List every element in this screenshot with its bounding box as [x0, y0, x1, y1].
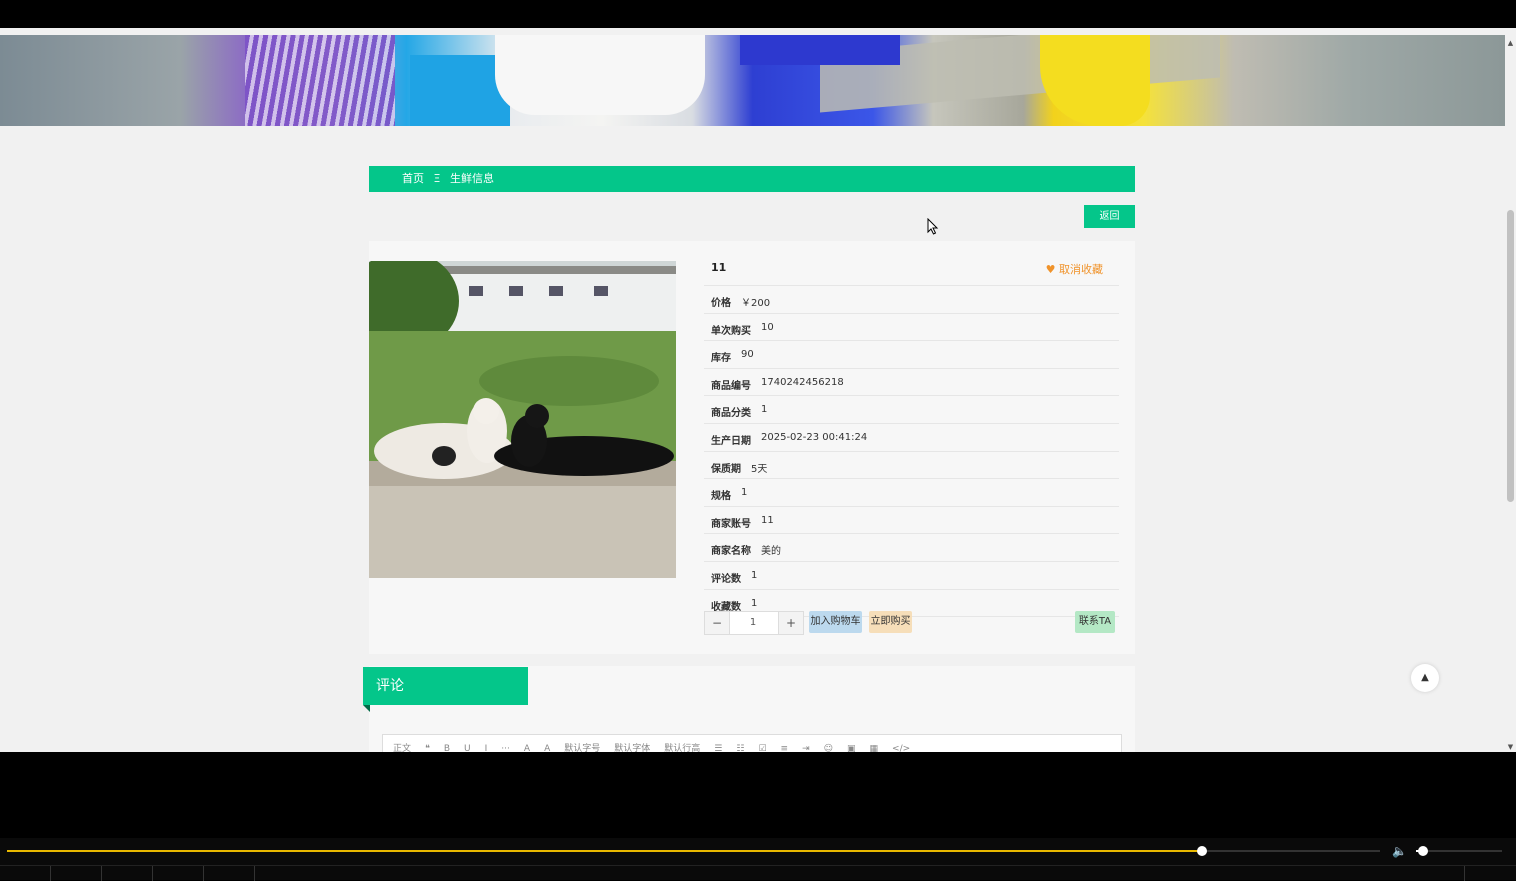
- increment-button[interactable]: +: [778, 612, 803, 634]
- product-field-row: 商家账号 11: [704, 507, 1119, 535]
- editor-toolbar-button[interactable]: ▣: [847, 744, 856, 752]
- product-field-row: 商品分类 1: [704, 396, 1119, 424]
- editor-toolbar: 正文 ❝ B U I ··· A A 默认字号 默认字体 默认行高 ☰ ☷ ☑ ≡ ⇥ ☺ ▣ ▦ </>: [393, 741, 924, 752]
- browser-viewport: 首页 Ξ 生鲜信息 返回 11 ♥ 取消收藏 价格 ￥200 单次购买 10 库…: [0, 28, 1516, 752]
- product-field-value: 1: [741, 487, 748, 499]
- product-field-label: 单次购买: [711, 325, 751, 337]
- editor-toolbar-button[interactable]: ☰: [714, 744, 722, 752]
- product-field-row: 单次购买 10: [704, 314, 1119, 342]
- product-field-row: 规格 1: [704, 479, 1119, 507]
- editor-toolbar-button[interactable]: A: [544, 744, 550, 752]
- editor-toolbar-button[interactable]: 默认字号: [564, 744, 600, 752]
- editor-toolbar-button[interactable]: B: [444, 744, 450, 752]
- back-button[interactable]: 返回: [1084, 205, 1135, 228]
- product-field-value: 1740242456218: [761, 376, 844, 388]
- product-detail-card: 11 ♥ 取消收藏 价格 ￥200 单次购买 10 库存 90 商品编号 1740242456…: [369, 241, 1135, 654]
- speaker-icon[interactable]: 🔈: [1392, 844, 1407, 858]
- comment-section-title: 评论: [363, 667, 528, 712]
- product-field-label: 商家账号: [711, 518, 751, 530]
- product-field-row: 商品编号 1740242456218: [704, 369, 1119, 397]
- buy-now-button[interactable]: 立即购买: [869, 611, 912, 633]
- quantity-input[interactable]: 1: [730, 612, 776, 634]
- product-field-row: 库存 90: [704, 341, 1119, 369]
- product-field-value: 2025-02-23 00:41:24: [761, 431, 868, 443]
- scroll-down-arrow-icon[interactable]: ▼: [1505, 742, 1516, 752]
- product-field-label: 商品编号: [711, 380, 751, 392]
- product-field-row: 评论数 1: [704, 562, 1119, 590]
- product-field-value: 11: [761, 514, 774, 526]
- editor-toolbar-button[interactable]: ☺: [824, 744, 833, 752]
- product-field-value: 90: [741, 349, 754, 361]
- mouse-cursor-icon: [927, 218, 939, 235]
- breadcrumb-home-link[interactable]: 首页: [402, 172, 424, 185]
- progress-knob[interactable]: [1196, 846, 1207, 856]
- add-to-cart-button[interactable]: 加入购物车: [809, 611, 862, 633]
- product-field-label: 评论数: [711, 573, 741, 585]
- heart-icon: ♥: [1045, 263, 1056, 276]
- editor-toolbar-button[interactable]: ≡: [781, 744, 789, 752]
- product-field-row: 保质期 5天: [704, 452, 1119, 480]
- editor-toolbar-button[interactable]: ···: [501, 744, 510, 752]
- hero-banner: [0, 35, 1505, 126]
- product-field-row: 价格 ￥200: [704, 286, 1119, 314]
- product-field-label: 库存: [711, 353, 731, 365]
- product-field-value: 1: [751, 569, 758, 581]
- editor-toolbar-button[interactable]: </>: [892, 744, 910, 752]
- editor-toolbar-button[interactable]: ☷: [736, 744, 744, 752]
- volume-slider[interactable]: [1416, 846, 1502, 856]
- product-field-label: 生产日期: [711, 435, 751, 447]
- chevron-up-icon: ▲: [1421, 672, 1429, 683]
- playback-progress-bar[interactable]: [7, 846, 1380, 856]
- product-field-label: 商家名称: [711, 546, 751, 558]
- editor-toolbar-button[interactable]: ⇥: [802, 744, 810, 752]
- quantity-stepper: − 1 +: [704, 611, 804, 635]
- product-name: 11: [711, 261, 727, 274]
- editor-toolbar-button[interactable]: 默认行高: [664, 744, 700, 752]
- product-field-value: ￥200: [741, 298, 771, 309]
- volume-knob[interactable]: [1417, 846, 1428, 856]
- scroll-up-arrow-icon[interactable]: ▲: [1505, 38, 1516, 48]
- product-field-label: 商品分类: [711, 408, 751, 420]
- page-scrollbar[interactable]: ▲ ▼: [1505, 28, 1516, 752]
- product-field-label: 保质期: [711, 463, 741, 475]
- decrement-button[interactable]: −: [705, 612, 730, 634]
- breadcrumb-current: 生鲜信息: [449, 172, 494, 185]
- editor-toolbar-button[interactable]: ❝: [425, 744, 430, 752]
- product-field-label: 规格: [711, 491, 731, 503]
- product-field-label: 价格: [711, 298, 731, 309]
- purchase-actions: − 1 + 加入购物车 立即购买 联系TA: [704, 611, 1119, 635]
- scrollbar-thumb[interactable]: [1507, 210, 1514, 502]
- editor-toolbar-button[interactable]: 默认字体: [614, 744, 650, 752]
- video-player-controls: 🔈: [0, 838, 1516, 881]
- product-name-row: 11 ♥ 取消收藏: [704, 259, 1119, 286]
- product-field-value: 美的: [761, 546, 781, 558]
- product-field-value: 1: [751, 597, 758, 609]
- product-image: [369, 261, 676, 578]
- editor-toolbar-button[interactable]: U: [464, 744, 471, 752]
- unfavorite-button[interactable]: ♥ 取消收藏: [1046, 261, 1103, 277]
- product-field-value: 10: [761, 321, 774, 333]
- editor-toolbar-button[interactable]: A: [524, 744, 530, 752]
- comment-editor[interactable]: 正文 ❝ B U I ··· A A 默认字号 默认字体 默认行高 ☰ ☷ ☑ ≡ ⇥ ☺ ▣ ▦ </>: [382, 734, 1122, 752]
- product-info: 11 ♥ 取消收藏 价格 ￥200 单次购买 10 库存 90 商品编号 1740242456…: [704, 259, 1119, 618]
- editor-toolbar-button[interactable]: 正文: [393, 744, 411, 752]
- back-to-top-button[interactable]: ▲: [1411, 664, 1439, 692]
- product-field-value: 1: [761, 404, 768, 416]
- editor-toolbar-button[interactable]: ☑: [758, 744, 766, 752]
- editor-toolbar-button[interactable]: I: [485, 744, 488, 752]
- editor-toolbar-button[interactable]: ▦: [870, 744, 879, 752]
- contact-seller-button[interactable]: 联系TA: [1075, 611, 1115, 633]
- breadcrumb: 首页 Ξ 生鲜信息: [369, 166, 1135, 192]
- product-field-row: 生产日期 2025-02-23 00:41:24: [704, 424, 1119, 452]
- product-field-row: 商家名称 美的: [704, 534, 1119, 562]
- breadcrumb-separator: Ξ: [433, 172, 441, 185]
- product-field-value: 5天: [751, 463, 768, 475]
